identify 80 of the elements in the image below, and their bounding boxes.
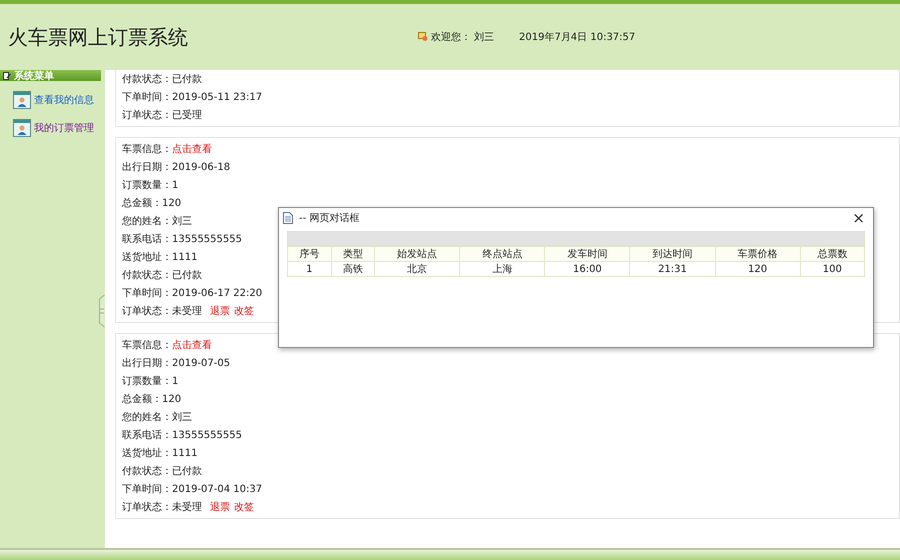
table-cell: 上海	[460, 262, 545, 276]
field-label: 送货地址：	[122, 250, 172, 264]
person-card-icon	[13, 91, 31, 109]
field-value: 13555555555	[172, 430, 242, 440]
field-label: 出行日期：	[122, 356, 172, 370]
splitter-handle-icon[interactable]	[99, 295, 105, 327]
field-value: 1	[172, 180, 178, 190]
field-label: 您的姓名：	[122, 215, 172, 228]
column-header: 车票价格	[715, 246, 800, 262]
table-cell: 1	[288, 262, 332, 276]
field-label: 订票数量：	[122, 179, 172, 192]
field-value: 2019-06-17 22:20	[172, 288, 262, 298]
field-label: 付款状态：	[122, 464, 172, 478]
menu-link[interactable]: 查看我的信息	[34, 93, 94, 107]
field-label: 订单状态：	[122, 108, 172, 122]
field-value: 2019-07-04 10:37	[172, 484, 262, 494]
field-value: 13555555555	[172, 234, 242, 244]
datetime: 2019年7月4日 10:37:57	[519, 31, 636, 44]
field-label: 订单状态：	[122, 304, 172, 318]
menu-link[interactable]: 我的订票管理	[34, 121, 94, 135]
column-header: 总票数	[800, 246, 864, 262]
person-card-icon	[13, 119, 31, 137]
action-link[interactable]: 退票	[210, 304, 230, 318]
table-cell: 16:00	[544, 262, 630, 276]
table-cell: 120	[715, 262, 800, 276]
field-label: 付款状态：	[122, 268, 172, 282]
close-button[interactable]: ×	[848, 209, 869, 227]
field-label: 联系电话：	[122, 428, 172, 442]
column-header: 到达时间	[630, 246, 716, 262]
system-title: 火车票网上订票系统	[8, 24, 189, 50]
welcome-label: 欢迎您：	[431, 30, 471, 44]
menu-title: 系统菜单	[14, 70, 54, 82]
column-header: 序号	[288, 246, 332, 262]
column-header: 始发站点	[374, 246, 460, 262]
field-value: 2019-07-05	[172, 358, 230, 368]
action-link[interactable]: 改签	[234, 304, 254, 318]
table-cell: 北京	[374, 262, 460, 276]
field-value: 1111	[172, 448, 198, 458]
field-value: 1111	[172, 252, 198, 262]
user-name: 刘三	[474, 30, 494, 44]
field-value: 已付款	[172, 465, 202, 478]
document-icon	[283, 212, 293, 224]
table-cell: 100	[800, 262, 864, 276]
field-label: 付款状态：	[122, 72, 172, 86]
field-value: 已受理	[172, 108, 202, 122]
field-label: 总金额：	[122, 392, 162, 406]
table-cell: 21:31	[630, 262, 716, 276]
field-label: 送货地址：	[122, 446, 172, 460]
dialog-title: -- 网页对话框	[299, 212, 360, 225]
action-link[interactable]: 退票	[210, 500, 230, 514]
field-value: 2019-05-11 23:17	[172, 92, 262, 102]
field-label: 下单时间：	[122, 90, 172, 104]
field-value: 未受理	[172, 304, 202, 318]
field-label: 下单时间：	[122, 482, 172, 496]
field-value: 120	[162, 394, 182, 404]
field-value: 未受理	[172, 500, 202, 514]
field-label: 出行日期：	[122, 160, 172, 174]
field-value: 1	[172, 376, 178, 386]
view-link[interactable]: 点击查看	[172, 338, 212, 352]
field-value: 已付款	[172, 73, 202, 86]
field-value: 120	[162, 198, 182, 208]
pencil-icon	[3, 72, 11, 80]
field-label: 联系电话：	[122, 232, 172, 246]
field-label: 订单状态：	[122, 500, 172, 514]
field-label: 车票信息：	[122, 142, 172, 156]
field-value: 2019-06-18	[172, 162, 230, 172]
table-cell: 高铁	[331, 262, 375, 276]
column-header: 终点站点	[460, 246, 545, 262]
column-header: 发车时间	[544, 246, 630, 262]
field-label: 下单时间：	[122, 286, 172, 300]
column-header: 类型	[331, 246, 375, 262]
action-link[interactable]: 改签	[234, 500, 254, 514]
field-value: 已付款	[172, 269, 202, 282]
field-label: 订票数量：	[122, 375, 172, 388]
field-label: 您的姓名：	[122, 411, 172, 424]
field-value: 刘三	[172, 214, 192, 228]
field-label: 车票信息：	[122, 338, 172, 352]
view-link[interactable]: 点击查看	[172, 142, 212, 156]
field-value: 刘三	[172, 410, 192, 424]
field-label: 总金额：	[122, 196, 162, 210]
